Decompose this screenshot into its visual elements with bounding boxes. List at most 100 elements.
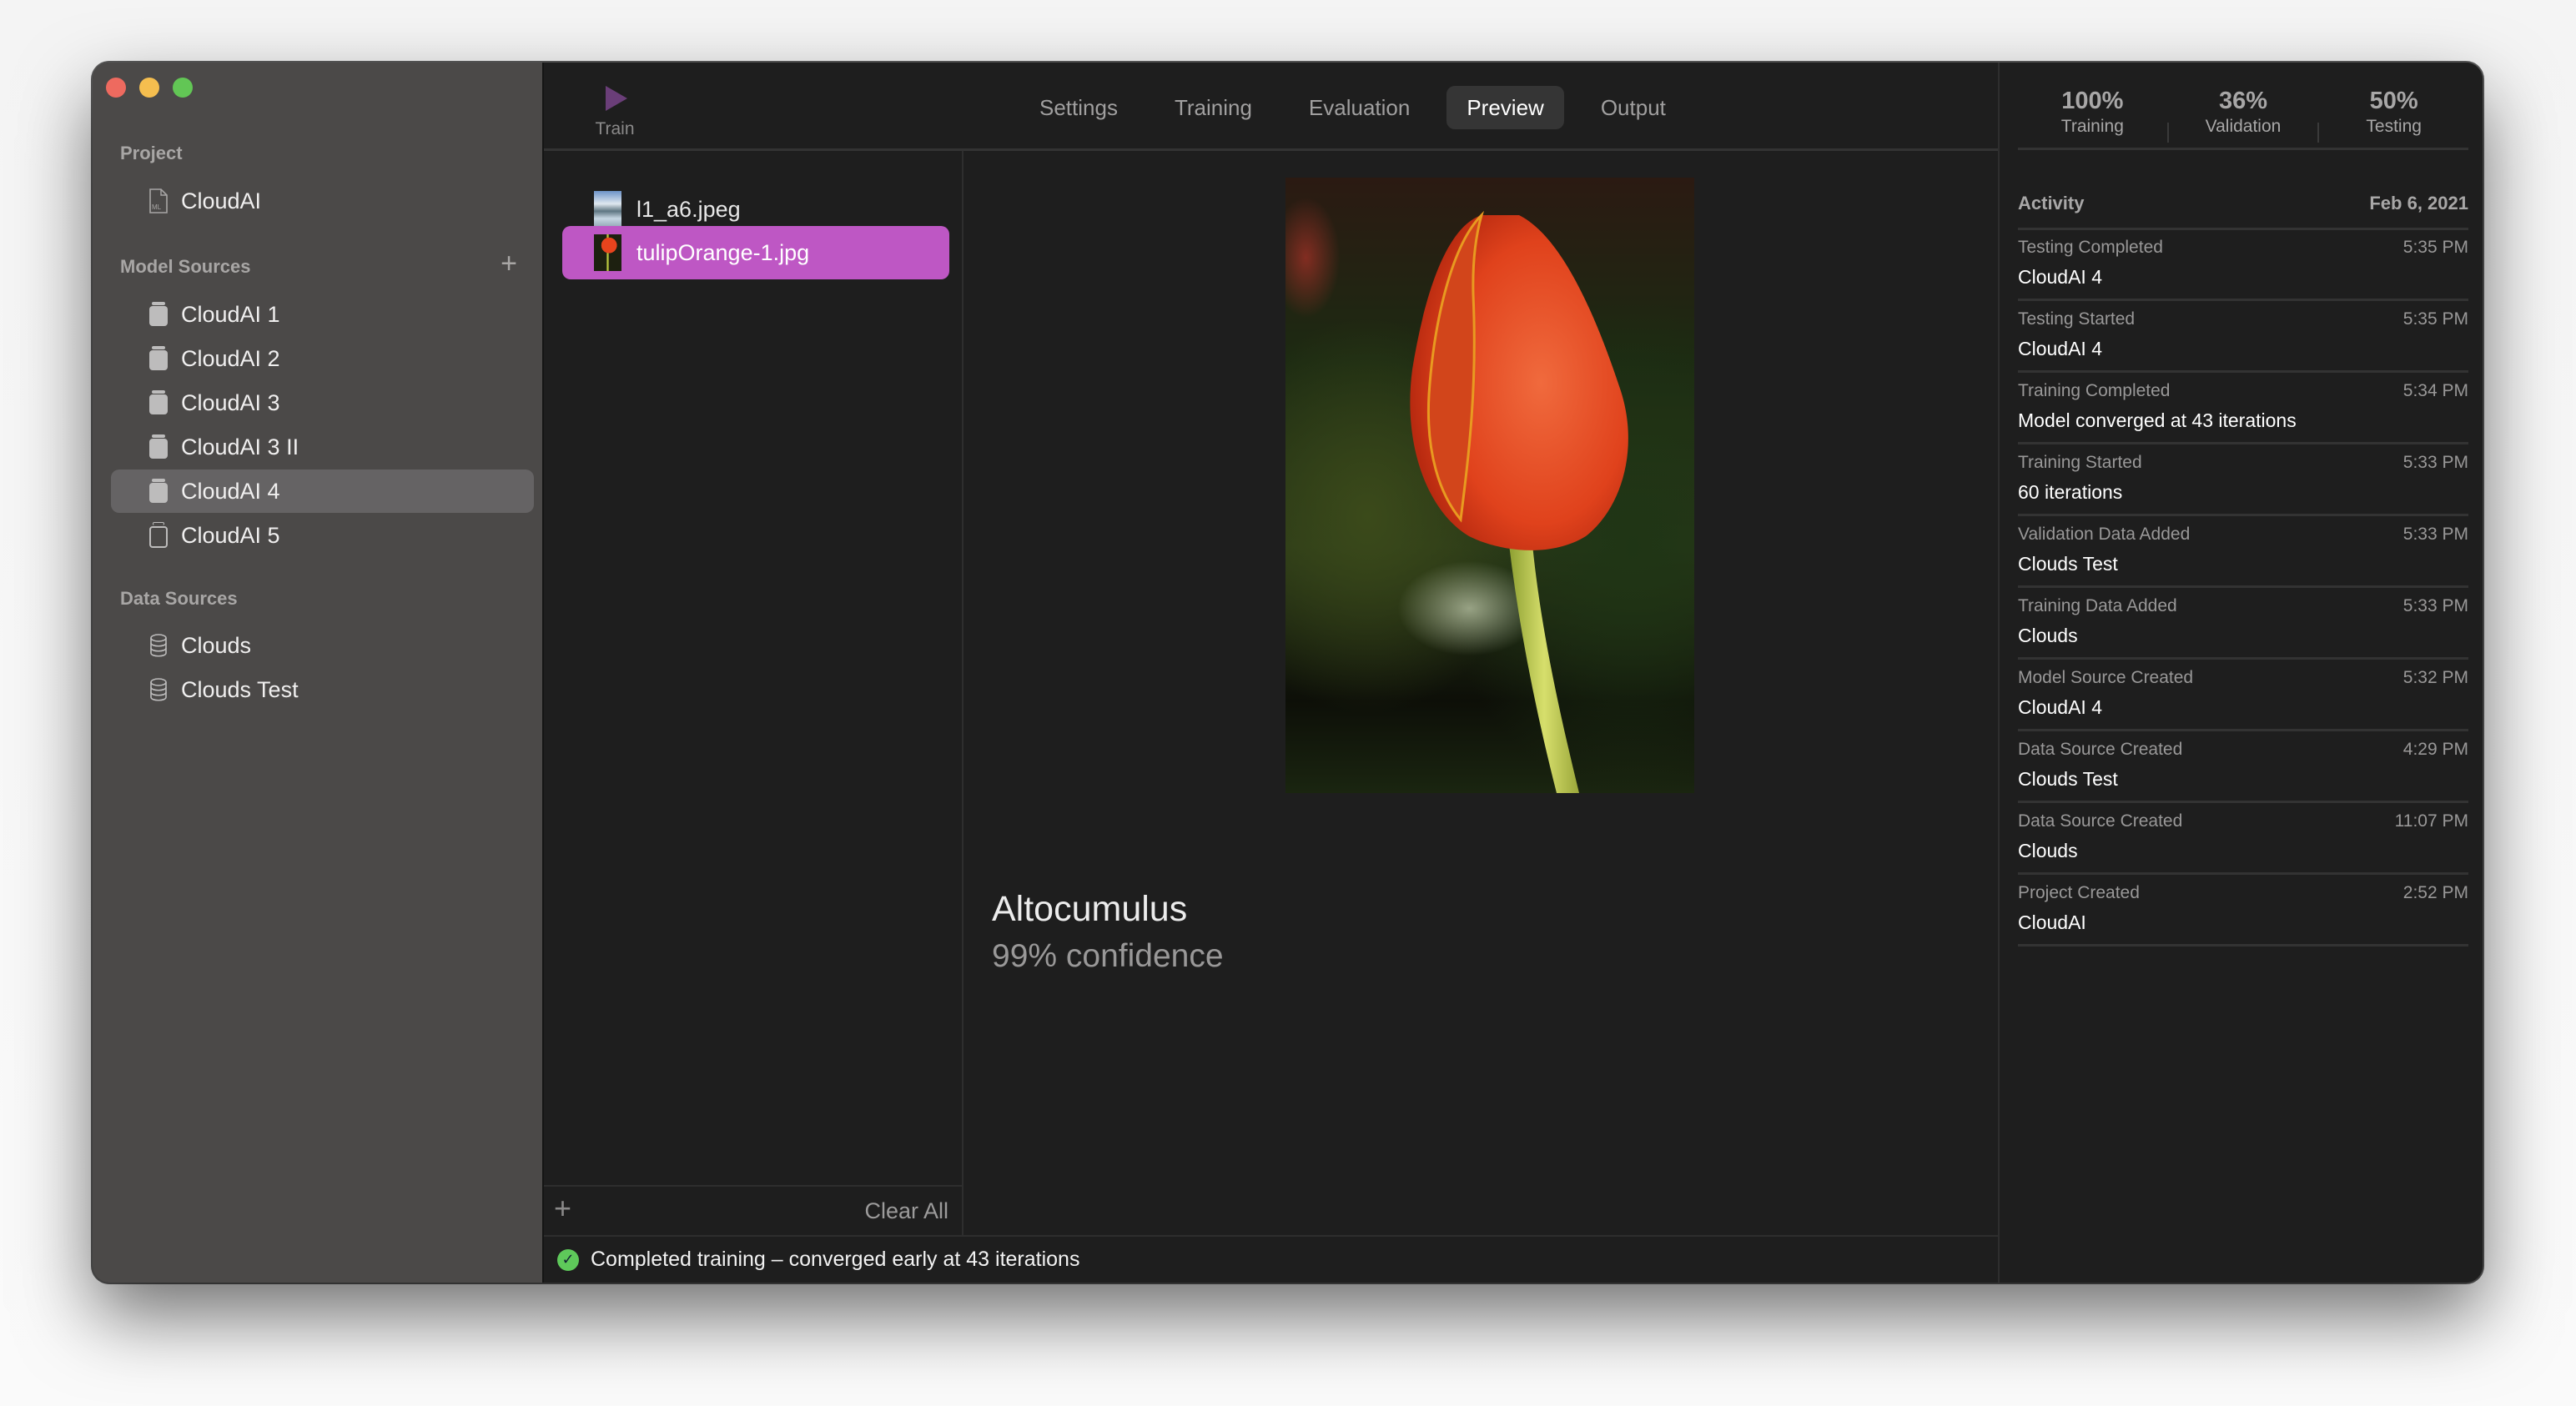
activity-item-title: Model Source Created bbox=[2018, 668, 2194, 687]
sidebar-item-model-source-selected[interactable]: CloudAI 4 bbox=[111, 470, 534, 513]
file-list-item-selected[interactable]: tulipOrange-1.jpg bbox=[562, 226, 949, 279]
activity-list: Testing Completed 5:35 PM CloudAI 4 Test… bbox=[2018, 229, 2468, 947]
activity-panel: 100% Training 36% Validation 50% Testing… bbox=[1998, 63, 2483, 1283]
activity-item-title: Validation Data Added bbox=[2018, 525, 2191, 544]
activity-item-time: 5:33 PM bbox=[2402, 525, 2468, 544]
data-sources-header: Data Sources bbox=[120, 588, 238, 609]
sidebar-item-label: CloudAI 3 bbox=[181, 389, 280, 415]
activity-title: Activity bbox=[2018, 193, 2085, 213]
add-model-source-button[interactable]: + bbox=[501, 249, 517, 278]
sidebar-item-label: CloudAI 4 bbox=[181, 478, 280, 504]
sidebar-item-label: Clouds bbox=[181, 632, 252, 658]
file-name: tulipOrange-1.jpg bbox=[636, 239, 810, 265]
stat-label: Validation bbox=[2205, 117, 2282, 136]
activity-item-title: Training Completed bbox=[2018, 381, 2171, 400]
activity-item: Testing Completed 5:35 PM CloudAI 4 bbox=[2018, 229, 2468, 301]
tulip-illustration bbox=[1410, 210, 1628, 793]
sidebar-item-model-source[interactable]: CloudAI 2 bbox=[111, 337, 534, 380]
stat-training: 100% Training bbox=[2018, 88, 2167, 148]
activity-item: Data Source Created 11:07 PM Clouds bbox=[2018, 803, 2468, 875]
file-name: l1_a6.jpeg bbox=[636, 196, 741, 222]
activity-item-time: 5:33 PM bbox=[2402, 596, 2468, 615]
sidebar-item-model-source[interactable]: CloudAI 3 II bbox=[111, 425, 534, 469]
tab-preview[interactable]: Preview bbox=[1446, 86, 1564, 129]
sidebar-item-label: CloudAI 2 bbox=[181, 345, 280, 371]
prediction-confidence: 99% confidence bbox=[992, 938, 1224, 974]
tab-training[interactable]: Training bbox=[1155, 86, 1272, 129]
tab-bar: Settings Training Evaluation Preview Out… bbox=[1019, 86, 1703, 129]
stat-value: 36% bbox=[2218, 88, 2268, 114]
project-header: Project bbox=[120, 143, 183, 163]
prediction-label: Altocumulus bbox=[992, 889, 1188, 929]
sidebar-item-model-source[interactable]: CloudAI 3 bbox=[111, 381, 534, 424]
database-icon bbox=[149, 634, 168, 657]
activity-item: Data Source Created 4:29 PM Clouds Test bbox=[2018, 731, 2468, 803]
tab-evaluation[interactable]: Evaluation bbox=[1289, 86, 1430, 129]
sidebar-item-data-source[interactable]: Clouds bbox=[111, 624, 534, 667]
activity-item-time: 11:07 PM bbox=[2394, 811, 2468, 831]
stat-label: Testing bbox=[2366, 117, 2422, 136]
database-icon bbox=[149, 678, 168, 701]
train-label: Train bbox=[595, 119, 635, 138]
activity-item-time: 5:34 PM bbox=[2402, 381, 2468, 400]
sidebar-item-label: CloudAI 1 bbox=[181, 301, 280, 327]
zoom-window-button[interactable] bbox=[173, 78, 193, 98]
train-button[interactable]: Train bbox=[586, 83, 644, 139]
stat-value: 100% bbox=[2061, 88, 2124, 114]
clear-all-button[interactable]: Clear All bbox=[864, 1198, 948, 1224]
file-list: l1_a6.jpeg tulipOrange-1.jpg bbox=[544, 151, 963, 1235]
activity-item-title: Training Started bbox=[2018, 453, 2142, 472]
sidebar-item-project[interactable]: ML CloudAI bbox=[111, 179, 534, 223]
preview-pane: Altocumulus 99% confidence bbox=[963, 151, 1998, 1235]
sidebar: Project ML CloudAI Model Sources + Cloud… bbox=[93, 63, 544, 1283]
traffic-lights bbox=[106, 78, 193, 98]
activity-item: Training Started 5:33 PM 60 iterations bbox=[2018, 444, 2468, 516]
activity-item-detail: Clouds bbox=[2018, 840, 2078, 861]
sidebar-item-data-source[interactable]: Clouds Test bbox=[111, 668, 534, 711]
activity-item-detail: Clouds Test bbox=[2018, 553, 2118, 575]
model-jar-outline-icon bbox=[149, 522, 168, 548]
activity-item-detail: CloudAI 4 bbox=[2018, 266, 2103, 288]
model-jar-icon bbox=[149, 479, 168, 503]
activity-item-detail: Clouds Test bbox=[2018, 768, 2118, 790]
close-window-button[interactable] bbox=[106, 78, 126, 98]
preview-image bbox=[1285, 178, 1694, 793]
activity-item: Testing Started 5:35 PM CloudAI 4 bbox=[2018, 301, 2468, 373]
model-jar-icon bbox=[149, 302, 168, 326]
activity-header: Activity Feb 6, 2021 bbox=[2018, 193, 2468, 230]
file-list-footer: + Clear All bbox=[544, 1185, 963, 1235]
activity-item: Project Created 2:52 PM CloudAI bbox=[2018, 875, 2468, 947]
status-text: Completed training – converged early at … bbox=[591, 1248, 1080, 1271]
activity-item-time: 4:29 PM bbox=[2402, 740, 2468, 759]
sidebar-item-model-source[interactable]: CloudAI 5 bbox=[111, 514, 534, 557]
activity-item-detail: Clouds bbox=[2018, 625, 2078, 646]
tab-output[interactable]: Output bbox=[1581, 86, 1686, 129]
activity-item-time: 2:52 PM bbox=[2402, 883, 2468, 902]
activity-item: Training Data Added 5:33 PM Clouds bbox=[2018, 588, 2468, 660]
stat-value: 50% bbox=[2369, 88, 2418, 114]
activity-item-title: Testing Started bbox=[2018, 309, 2136, 329]
activity-item-time: 5:35 PM bbox=[2402, 309, 2468, 329]
plus-icon: + bbox=[554, 1191, 572, 1225]
ml-file-icon: ML bbox=[149, 188, 168, 213]
plus-icon: + bbox=[501, 248, 517, 279]
activity-item: Validation Data Added 5:33 PM Clouds Tes… bbox=[2018, 516, 2468, 588]
sidebar-item-model-source[interactable]: CloudAI 1 bbox=[111, 293, 534, 336]
activity-item: Training Completed 5:34 PM Model converg… bbox=[2018, 373, 2468, 444]
activity-item-detail: CloudAI 4 bbox=[2018, 696, 2103, 718]
app-window: Project ML CloudAI Model Sources + Cloud… bbox=[93, 63, 2483, 1283]
add-file-button[interactable]: + bbox=[554, 1193, 571, 1223]
play-icon bbox=[606, 86, 627, 111]
activity-item-detail: CloudAI bbox=[2018, 911, 2086, 933]
tab-settings[interactable]: Settings bbox=[1019, 86, 1138, 129]
activity-item-detail: Model converged at 43 iterations bbox=[2018, 409, 2297, 431]
stat-testing: 50% Testing bbox=[2319, 88, 2468, 148]
status-bar: ✓ Completed training – converged early a… bbox=[544, 1235, 1999, 1283]
sidebar-item-label: CloudAI bbox=[181, 188, 262, 213]
checkmark-circle-icon: ✓ bbox=[557, 1248, 579, 1271]
activity-item-detail: CloudAI 4 bbox=[2018, 338, 2103, 359]
split-stats: 100% Training 36% Validation 50% Testing bbox=[2018, 88, 2468, 150]
activity-date: Feb 6, 2021 bbox=[2369, 193, 2468, 213]
activity-item-detail: 60 iterations bbox=[2018, 481, 2123, 503]
minimize-window-button[interactable] bbox=[139, 78, 159, 98]
